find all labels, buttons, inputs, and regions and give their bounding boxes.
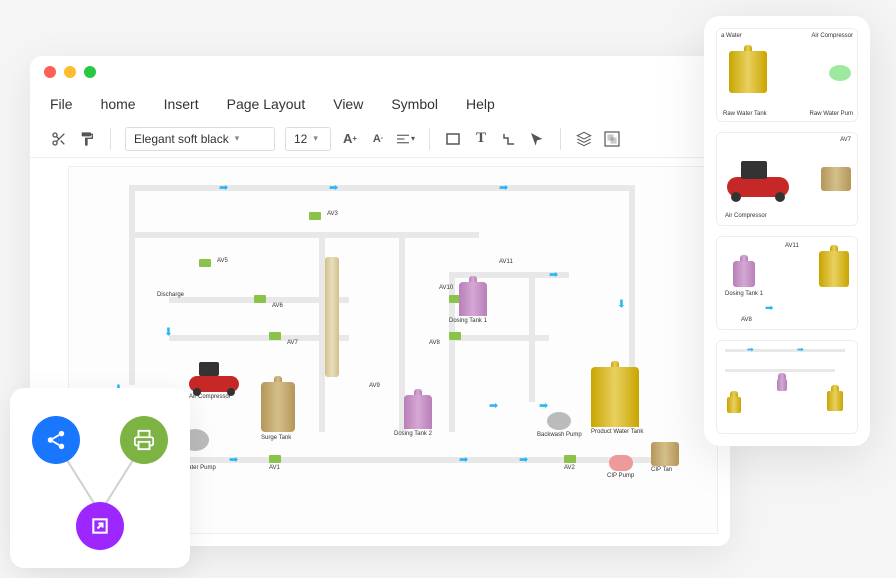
layers-icon[interactable] [575,130,593,148]
flow-arrow-icon: ➡ [499,181,508,194]
flow-arrow-icon: ➡ [229,453,238,466]
text-tool-icon[interactable]: T [472,130,490,148]
chevron-down-icon: ▾ [235,133,240,144]
flow-arrow-icon: ➡ [539,399,548,412]
valve[interactable] [449,332,461,340]
menu-view[interactable]: View [333,96,363,112]
cip-tank[interactable] [651,442,679,466]
valve[interactable] [269,455,281,463]
dosing-tank-1[interactable] [459,282,487,316]
valve[interactable] [199,259,211,267]
cut-icon[interactable] [50,130,68,148]
filter-column[interactable] [325,257,339,377]
flow-arrow-icon: ➡ [615,299,628,308]
valve[interactable] [269,332,281,340]
menu-home[interactable]: home [101,96,136,112]
menu-symbol[interactable]: Symbol [391,96,438,112]
decrease-font-icon[interactable]: A- [369,130,387,148]
menu-file[interactable]: File [50,96,73,112]
maximize-window-icon[interactable] [84,66,96,78]
valve[interactable] [309,212,321,220]
font-dropdown[interactable]: Elegant soft black▾ [125,127,275,151]
thumbnail-4[interactable]: ➡ ➡ [716,340,858,434]
titlebar [30,56,730,88]
flow-arrow-icon: ➡ [549,268,558,281]
chevron-down-icon: ▾ [313,133,318,144]
cip-pump[interactable] [609,455,633,471]
minimize-window-icon[interactable] [64,66,76,78]
rectangle-tool-icon[interactable] [444,130,462,148]
menu-insert[interactable]: Insert [164,96,199,112]
share-button[interactable] [32,416,80,464]
flow-arrow-icon: ➡ [162,327,175,336]
flow-arrow-icon: ➡ [219,181,228,194]
flow-arrow-icon: ➡ [489,399,498,412]
product-water-tank[interactable] [591,367,639,427]
thumbnail-2[interactable]: AV7 Air Compressor [716,132,858,226]
menu-help[interactable]: Help [466,96,495,112]
valve[interactable] [564,455,576,463]
share-popup [10,388,190,568]
flow-arrow-icon: ➡ [519,453,528,466]
valve[interactable] [254,295,266,303]
toolbar: Elegant soft black▾ 12▾ A+ A- ▾ T [30,120,730,158]
dosing-tank-2[interactable] [404,395,432,429]
increase-font-icon[interactable]: A+ [341,130,359,148]
group-icon[interactable] [603,130,621,148]
print-button[interactable] [120,416,168,464]
close-window-icon[interactable] [44,66,56,78]
surge-tank[interactable] [261,382,295,432]
air-compressor[interactable] [189,362,239,392]
align-icon[interactable]: ▾ [397,130,415,148]
backwash-pump[interactable] [547,412,571,430]
pointer-tool-icon[interactable] [528,130,546,148]
format-painter-icon[interactable] [78,130,96,148]
open-external-button[interactable] [76,502,124,550]
thumbnail-1[interactable]: a Water Air Compressor Raw Water Tank Ra… [716,28,858,122]
flow-arrow-icon: ➡ [459,453,468,466]
menu-page-layout[interactable]: Page Layout [227,96,306,112]
thumbnail-panel: a Water Air Compressor Raw Water Tank Ra… [704,16,870,446]
flow-arrow-icon: ➡ [329,181,338,194]
connector-tool-icon[interactable] [500,130,518,148]
thumbnail-3[interactable]: AV11 Dosing Tank 1 AV8 ➡ [716,236,858,330]
menu-bar: File home Insert Page Layout View Symbol… [30,88,730,120]
font-size-dropdown[interactable]: 12▾ [285,127,331,151]
